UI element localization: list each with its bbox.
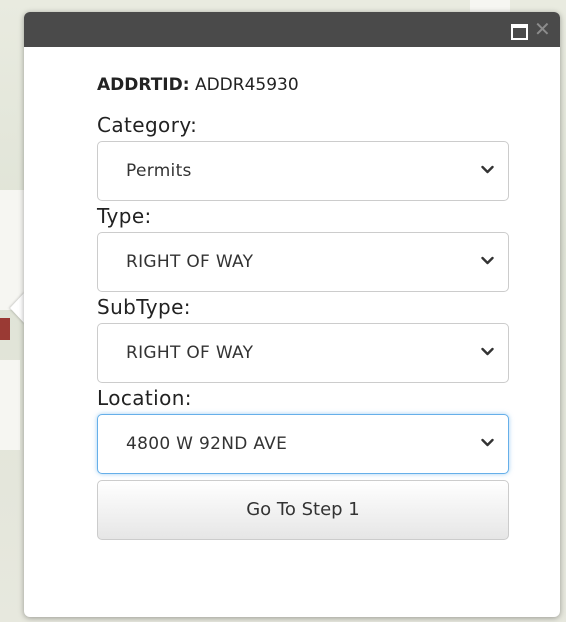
type-label: Type: — [97, 204, 152, 228]
chevron-down-icon — [481, 347, 494, 356]
go-to-step-1-button[interactable]: Go To Step 1 — [97, 480, 509, 540]
popup-pointer — [10, 292, 25, 324]
map-road — [0, 360, 20, 450]
chevron-down-icon — [481, 256, 494, 265]
maximize-icon[interactable] — [511, 24, 528, 40]
location-select-value: 4800 W 92ND AVE — [126, 434, 288, 454]
subtype-select[interactable]: RIGHT OF WAY — [97, 323, 509, 383]
subtype-select-value: RIGHT OF WAY — [126, 343, 254, 363]
location-label: Location: — [97, 386, 192, 410]
popup-titlebar: ✕ — [24, 12, 560, 47]
feature-popup: ✕ ADDRTID: ADDR45930 Category: Permits T… — [24, 12, 560, 617]
close-icon[interactable]: ✕ — [534, 19, 551, 39]
subtype-label: SubType: — [97, 295, 191, 319]
address-id-line: ADDRTID: ADDR45930 — [97, 70, 511, 100]
type-select-value: RIGHT OF WAY — [126, 252, 254, 272]
chevron-down-icon — [481, 438, 494, 447]
chevron-down-icon — [481, 165, 494, 174]
category-select-value: Permits — [126, 161, 192, 181]
location-select[interactable]: 4800 W 92ND AVE — [97, 414, 509, 474]
type-select[interactable]: RIGHT OF WAY — [97, 232, 509, 292]
address-id-label: ADDRTID: — [97, 75, 190, 95]
popup-content: ADDRTID: ADDR45930 Category: Permits Typ… — [97, 70, 511, 540]
address-id-value: ADDR45930 — [194, 75, 299, 95]
map-feature-marker[interactable] — [0, 318, 10, 340]
category-select[interactable]: Permits — [97, 141, 509, 201]
category-label: Category: — [97, 113, 198, 137]
